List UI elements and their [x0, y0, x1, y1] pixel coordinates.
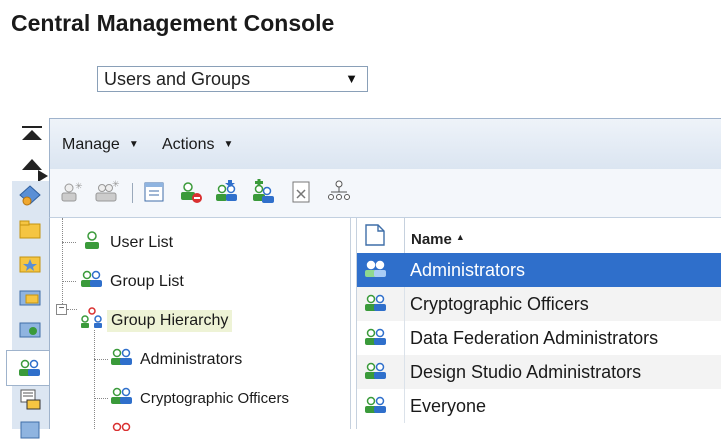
add-to-group-icon[interactable] [250, 179, 276, 205]
row-name: Everyone [410, 396, 487, 416]
group-icon [111, 387, 132, 404]
name-column-label: Name [411, 231, 452, 248]
server-settings-icon[interactable] [18, 387, 42, 411]
rail-icon-strip [6, 181, 50, 439]
group-icon [365, 362, 386, 379]
tree-item-label: User List [110, 234, 174, 251]
column-separator [404, 218, 405, 253]
row-icon-cell [357, 355, 405, 389]
tree-item-label: Administrators [140, 351, 243, 368]
more-tools-icon[interactable] [18, 419, 42, 443]
remove-document-icon[interactable] [288, 179, 314, 205]
nav-select-value: Users and Groups [104, 69, 251, 89]
group-icon [365, 294, 386, 311]
actions-menu-label: Actions [162, 136, 215, 153]
folders-icon[interactable] [18, 218, 42, 242]
group-list-panel: Name ▲ Administrators Cryptographic Offic… [356, 218, 721, 429]
row-name: Administrators [410, 260, 526, 280]
table-row[interactable]: Cryptographic Officers [357, 287, 721, 321]
tree-line [67, 309, 77, 310]
scroll-to-top-icon[interactable] [22, 126, 42, 142]
table-row[interactable]: Administrators [357, 253, 721, 287]
menu-bar: Manage ▼ Actions ▼ [49, 118, 721, 170]
tree-item-label: Group List [110, 273, 184, 290]
manage-menu-label: Manage [62, 136, 120, 153]
group-hierarchy-icon [81, 307, 102, 328]
tree-line [94, 398, 108, 399]
tree-line [62, 281, 76, 282]
row-icon-cell [357, 253, 405, 287]
favorites-folder-icon[interactable] [18, 252, 42, 276]
home-settings-icon[interactable] [18, 184, 42, 208]
import-users-icon[interactable] [214, 179, 240, 205]
row-name: Design Studio Administrators [410, 362, 642, 382]
group-icon [112, 422, 131, 431]
tree-item-label: Group Hierarchy [107, 310, 233, 332]
properties-icon[interactable] [142, 179, 168, 205]
users-groups-rail-button[interactable] [6, 350, 49, 386]
group-hierarchy-icon[interactable] [326, 179, 352, 205]
users-icon [19, 359, 40, 376]
document-icon[interactable] [365, 224, 385, 246]
dropdown-arrow-icon: ▼ [345, 71, 358, 86]
personal-folders-icon[interactable] [18, 285, 42, 309]
inbox-folder-icon[interactable] [18, 317, 42, 341]
actions-menu[interactable]: Actions ▼ [162, 136, 233, 154]
manage-menu[interactable]: Manage ▼ [62, 136, 139, 154]
table-row[interactable]: Data Federation Administrators [357, 321, 721, 355]
row-icon-cell [357, 287, 405, 321]
icon-toolbar: ✳ ✳ [49, 169, 721, 218]
caret-down-icon: ▼ [128, 139, 139, 150]
row-icon-cell [357, 389, 405, 423]
group-icon [81, 270, 102, 287]
group-icon [365, 260, 386, 277]
collapse-toggle-icon[interactable]: − [56, 304, 67, 315]
name-column-header[interactable]: Name ▲ [411, 231, 465, 248]
table-row[interactable]: Everyone [357, 389, 721, 423]
delete-user-icon[interactable] [178, 179, 204, 205]
row-icon-cell [357, 321, 405, 355]
table-row[interactable]: Design Studio Administrators [357, 355, 721, 389]
svg-text:✳: ✳ [75, 182, 83, 192]
tree-line [94, 330, 95, 429]
row-name: Data Federation Administrators [410, 328, 659, 348]
nav-select[interactable]: Users and Groups ▼ [97, 66, 368, 92]
group-icon [365, 328, 386, 345]
svg-text:✳: ✳ [112, 180, 120, 190]
app-title: Central Management Console [11, 10, 335, 36]
new-user-disabled-icon[interactable]: ✳ [58, 179, 84, 205]
list-header: Name ▲ [357, 218, 721, 254]
toolbar-separator [132, 183, 133, 203]
group-icon [111, 348, 132, 365]
tree-line [62, 218, 63, 306]
row-name: Cryptographic Officers [410, 294, 589, 314]
tree-panel: − User List Group List Group Hierarchy A… [49, 218, 351, 431]
caret-down-icon: ▼ [223, 139, 234, 150]
new-group-disabled-icon[interactable]: ✳ [94, 179, 120, 205]
group-icon [365, 396, 386, 413]
user-icon [85, 231, 99, 249]
tree-line [94, 359, 108, 360]
tree-item-label: Cryptographic Officers [140, 390, 289, 407]
sort-ascending-icon: ▲ [455, 232, 465, 242]
tree-line [62, 242, 76, 243]
